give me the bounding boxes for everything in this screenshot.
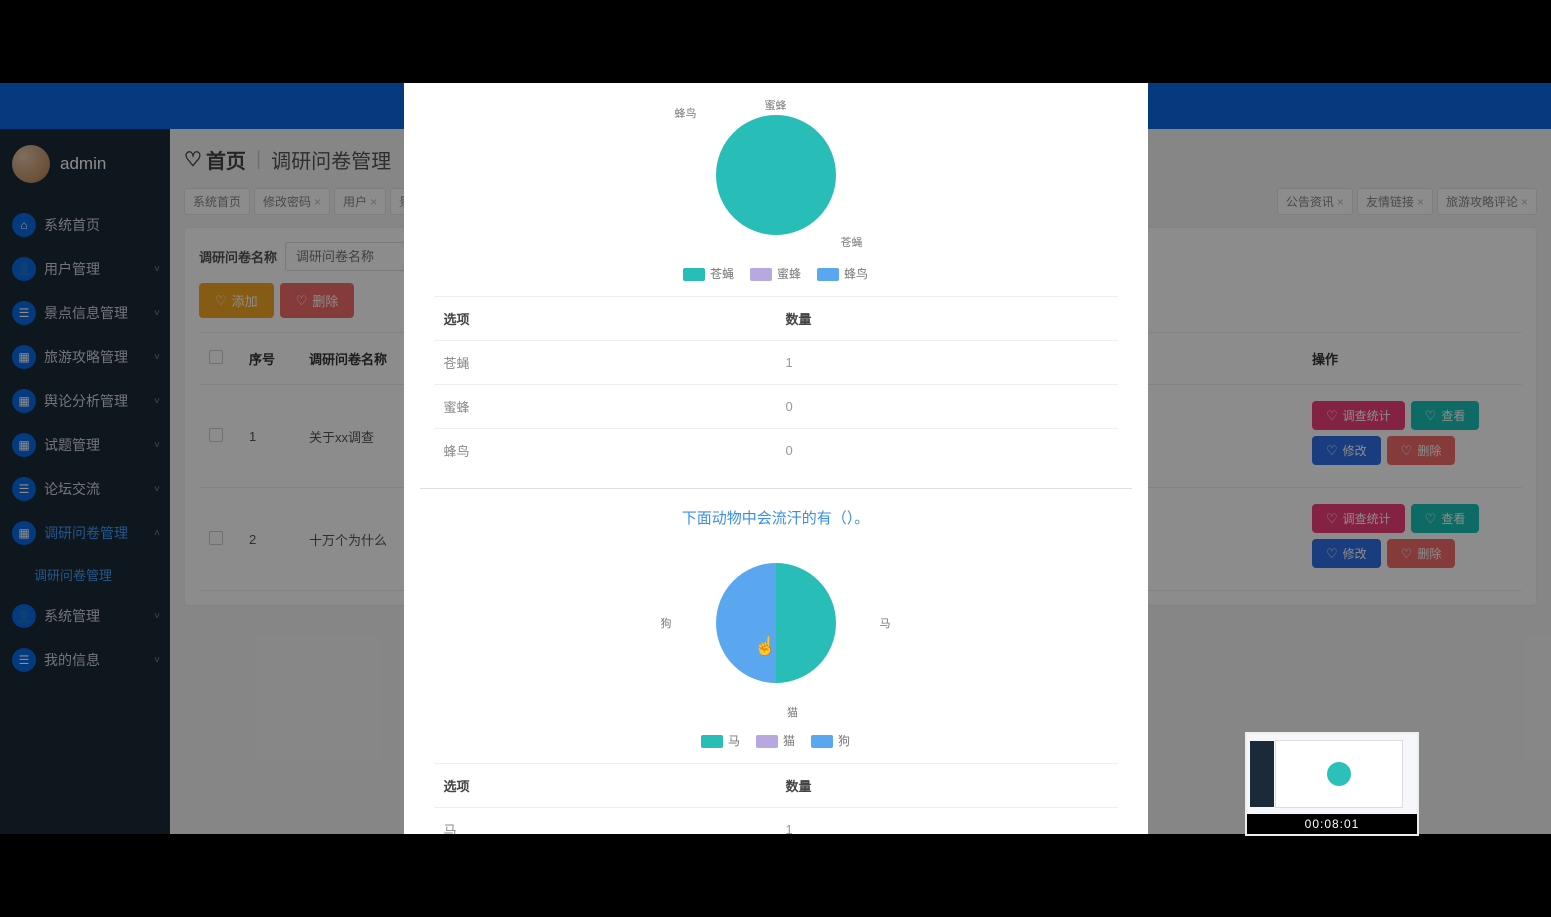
pie-label-right: 苍蝇 [841, 234, 863, 250]
legend-item[interactable]: 狗 [811, 732, 850, 749]
video-preview: 00:08:01 [1245, 732, 1419, 836]
pie-label-left: 蜂鸟 [675, 105, 697, 121]
col-count: 数量 [776, 764, 1118, 808]
legend-item[interactable]: 马 [701, 732, 740, 749]
swatch-teal [683, 268, 705, 281]
app-root: admin ⌂系统首页 👤用户管理˅ ☰景点信息管理˅ ▦旅游攻略管理˅ ▦舆论… [0, 83, 1551, 834]
preview-thumbnail [1275, 740, 1403, 808]
chart-table-1: 选项 数量 苍蝇1 蜜蜂0 蜂鸟0 [434, 296, 1118, 472]
legend-1: 苍蝇 蜜蜂 蜂鸟 [434, 265, 1118, 282]
legend-item[interactable]: 猫 [756, 732, 795, 749]
divider [420, 488, 1132, 489]
legend-item[interactable]: 苍蝇 [683, 265, 734, 282]
chart-block-1: 蜜蜂 蜂鸟 苍蝇 苍蝇 蜜蜂 蜂鸟 选项 数量 [434, 95, 1118, 472]
col-count: 数量 [776, 297, 1118, 341]
swatch-lavender [756, 735, 778, 748]
pie-label-bottom: 猫 [787, 704, 798, 720]
pie-label-left: 狗 [661, 615, 672, 631]
preview-body [1247, 734, 1417, 814]
chart-title-2: 下面动物中会流汗的有（）。 [434, 507, 1118, 528]
swatch-lavender [750, 268, 772, 281]
swatch-blue [817, 268, 839, 281]
col-option: 选项 [434, 764, 776, 808]
legend-item[interactable]: 蜜蜂 [750, 265, 801, 282]
legend-item[interactable]: 蜂鸟 [817, 265, 868, 282]
chart-table-2: 选项 数量 马1 猫0 [434, 763, 1118, 834]
swatch-blue [811, 735, 833, 748]
modal-overlay[interactable]: 蜜蜂 蜂鸟 苍蝇 苍蝇 蜜蜂 蜂鸟 选项 数量 [0, 83, 1551, 834]
col-option: 选项 [434, 297, 776, 341]
swatch-teal [701, 735, 723, 748]
chart-block-2: 下面动物中会流汗的有（）。 狗 马 猫 马 猫 狗 [434, 507, 1118, 834]
pie-chart-2: 狗 马 猫 [661, 538, 891, 708]
pie-label-top: 蜜蜂 [765, 97, 787, 113]
stats-modal: 蜜蜂 蜂鸟 苍蝇 苍蝇 蜜蜂 蜂鸟 选项 数量 [404, 83, 1148, 834]
pie-label-right: 马 [880, 615, 891, 631]
legend-2: 马 猫 狗 [434, 732, 1118, 749]
preview-timestamp: 00:08:01 [1247, 814, 1417, 834]
pie-chart-1: 蜜蜂 蜂鸟 苍蝇 [661, 95, 891, 235]
